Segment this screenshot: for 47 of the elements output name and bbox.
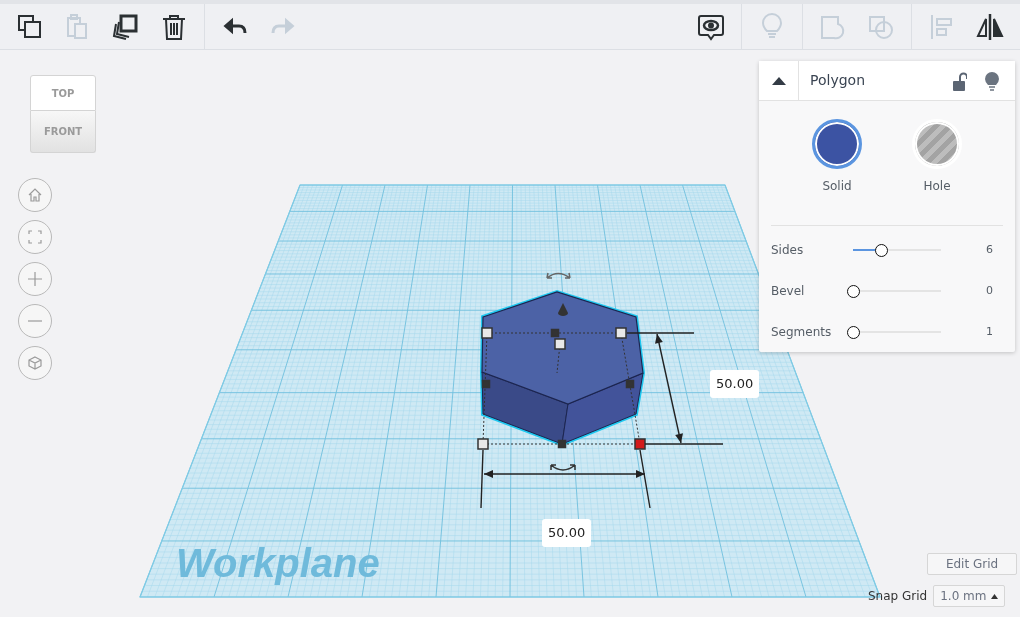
parameter-label: Sides [771,242,805,259]
unlocked-padlock-icon [953,70,967,91]
corner-handle[interactable] [634,438,646,450]
slider-thumb[interactable] [847,284,860,298]
hexagonal-prism[interactable] [480,289,646,447]
plus-icon [27,271,43,287]
parameter-value: 1 [986,323,993,340]
lightbulb-icon [984,70,1000,91]
parameter-slider[interactable] [849,325,941,339]
hole-mode-button[interactable]: Hole [909,119,965,195]
front-face-label: FRONT [43,125,83,139]
fit-view-icon [27,229,43,245]
edge-handle[interactable] [481,379,491,389]
top-face-label: TOP [51,86,75,101]
parameter-label: Segments [771,324,833,341]
parameter-value: 0 [986,282,993,299]
snap-grid-dropdown[interactable]: 1.0 mm [933,585,1006,607]
panel-title: Polygon [810,71,866,90]
parameter-slider[interactable] [849,284,941,298]
edge-handle[interactable] [550,328,560,338]
rotate-arrow-icon[interactable] [546,272,571,279]
rotate-arrow-icon[interactable] [550,464,576,471]
edit-grid-button[interactable]: Edit Grid [927,553,1017,575]
snap-grid-label: Snap Grid [868,588,928,605]
parameter-value: 6 [986,241,993,258]
home-icon [27,187,43,203]
slider-thumb[interactable] [875,243,889,257]
dimension-field[interactable]: 50.00 [542,519,592,547]
height-cone-handle[interactable] [558,303,568,316]
dimension-field[interactable]: 50.00 [710,370,760,398]
caret-icon [991,593,999,599]
slider-thumb[interactable] [847,325,860,339]
parameter-label: Bevel [771,283,806,300]
cube-icon [27,355,43,371]
corner-handle[interactable] [554,338,566,350]
mirror-icon [975,11,1005,42]
edge-handle[interactable] [557,439,567,449]
corner-handle[interactable] [477,438,489,450]
corner-handle[interactable] [615,327,627,339]
caret-icon [771,76,786,85]
color-swatch [812,119,862,169]
workplane-label: Workplane [176,541,380,585]
corner-handle[interactable] [481,327,493,339]
minus-icon [27,320,43,322]
striped-swatch [912,119,962,169]
solid-mode-button[interactable]: Solid [809,119,865,195]
edge-handle[interactable] [625,379,635,389]
